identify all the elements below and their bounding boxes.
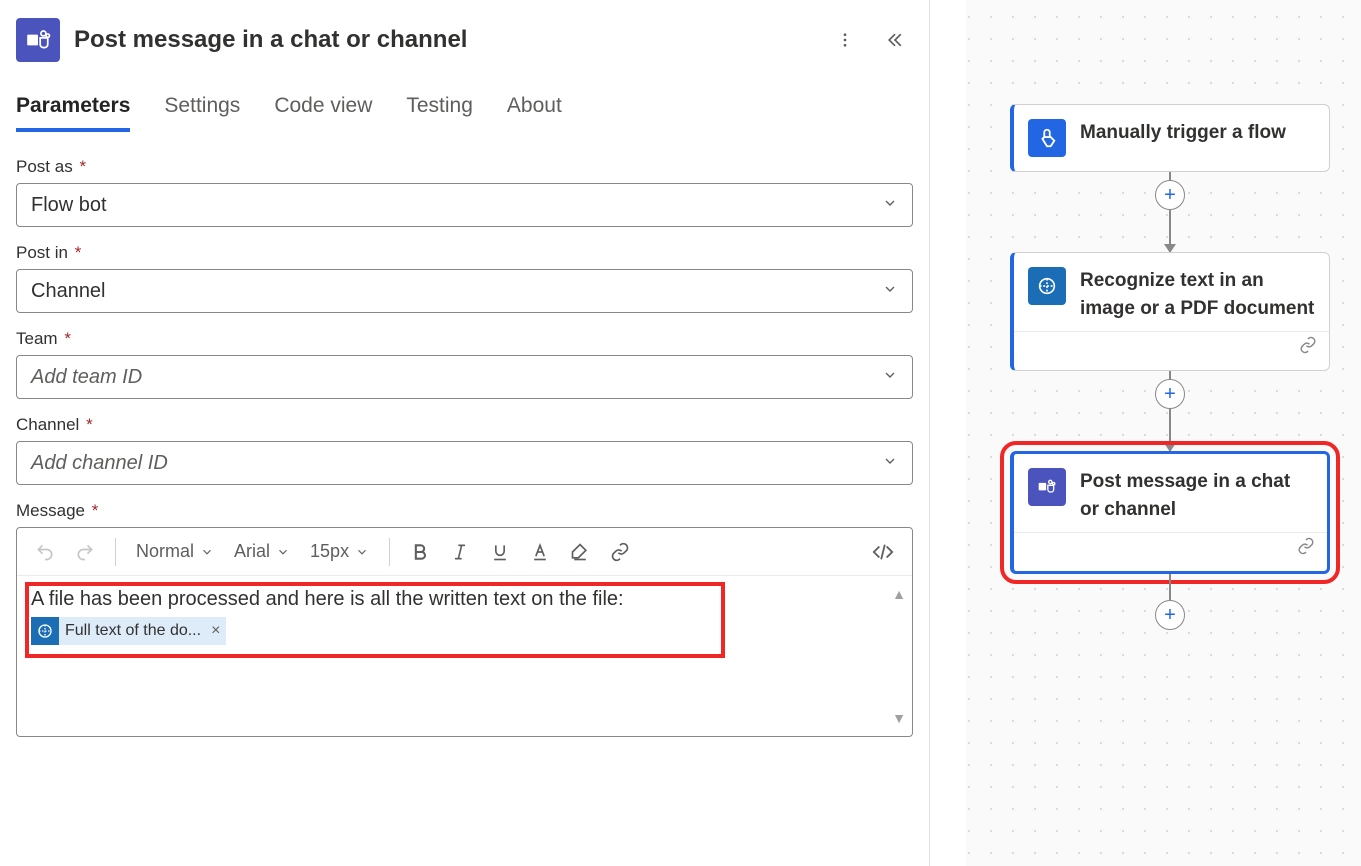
parameters-form: Post as * Flow bot Post in * Channel Tea… bbox=[12, 133, 917, 753]
undo-button[interactable] bbox=[27, 538, 63, 566]
teams-icon: T bbox=[16, 18, 60, 62]
chevron-down-icon bbox=[882, 452, 898, 475]
style-select[interactable]: Normal bbox=[128, 537, 222, 566]
chevron-down-icon bbox=[882, 366, 898, 389]
highlight-button[interactable] bbox=[562, 538, 598, 566]
tab-about[interactable]: About bbox=[507, 94, 562, 132]
italic-button[interactable] bbox=[442, 538, 478, 566]
font-size-select[interactable]: 15px bbox=[302, 537, 377, 566]
flow-column: Manually trigger a flow + Recognize text… bbox=[1010, 104, 1330, 630]
connector-arrow bbox=[1169, 417, 1171, 451]
editor-toolbar: Normal Arial 15px bbox=[17, 528, 912, 576]
tab-code-view[interactable]: Code view bbox=[274, 94, 372, 132]
svg-text:T: T bbox=[29, 35, 36, 46]
teams-icon: T bbox=[1028, 468, 1066, 506]
channel-label: Channel * bbox=[16, 415, 913, 435]
team-label: Team * bbox=[16, 329, 913, 349]
tab-bar: Parameters Settings Code view Testing Ab… bbox=[12, 72, 917, 133]
scroll-up-icon[interactable]: ▲ bbox=[892, 586, 906, 602]
redo-button[interactable] bbox=[67, 538, 103, 566]
font-select[interactable]: Arial bbox=[226, 537, 298, 566]
svg-text:T: T bbox=[1040, 484, 1045, 491]
post-as-label: Post as * bbox=[16, 157, 913, 177]
panel-title: Post message in a chat or channel bbox=[74, 26, 813, 54]
message-editor: Normal Arial 15px A file has been proces… bbox=[16, 527, 913, 737]
tab-settings[interactable]: Settings bbox=[164, 94, 240, 132]
team-placeholder: Add team ID bbox=[31, 366, 142, 389]
add-step-button[interactable]: + bbox=[1155, 379, 1185, 409]
more-options-button[interactable] bbox=[827, 22, 863, 58]
post-as-value: Flow bot bbox=[31, 194, 107, 217]
chevron-down-icon bbox=[882, 194, 898, 217]
collapse-panel-button[interactable] bbox=[877, 22, 913, 58]
card-title: Recognize text in an image or a PDF docu… bbox=[1080, 267, 1315, 322]
tab-testing[interactable]: Testing bbox=[406, 94, 473, 132]
add-step-button[interactable]: + bbox=[1155, 180, 1185, 210]
message-label: Message * bbox=[16, 501, 913, 521]
team-select[interactable]: Add team ID bbox=[16, 355, 913, 399]
chevron-down-icon bbox=[882, 280, 898, 303]
action-config-panel: T Post message in a chat or channel Para… bbox=[0, 0, 930, 866]
flow-card-post-message[interactable]: T Post message in a chat or channel bbox=[1010, 451, 1330, 574]
post-in-label: Post in * bbox=[16, 243, 913, 263]
connection-icon bbox=[1299, 336, 1317, 360]
add-step-button[interactable]: + bbox=[1155, 600, 1185, 630]
channel-select[interactable]: Add channel ID bbox=[16, 441, 913, 485]
flow-card-trigger[interactable]: Manually trigger a flow bbox=[1010, 104, 1330, 172]
post-in-value: Channel bbox=[31, 280, 106, 303]
flow-canvas[interactable]: Manually trigger a flow + Recognize text… bbox=[930, 0, 1361, 866]
remove-token-button[interactable]: × bbox=[211, 622, 220, 640]
message-body[interactable]: A file has been processed and here is al… bbox=[17, 576, 912, 736]
card-title: Manually trigger a flow bbox=[1080, 119, 1286, 147]
underline-button[interactable] bbox=[482, 538, 518, 566]
flow-card-recognize-text[interactable]: Recognize text in an image or a PDF docu… bbox=[1010, 252, 1330, 371]
connector-arrow bbox=[1169, 218, 1171, 252]
card-title: Post message in a chat or channel bbox=[1080, 468, 1313, 523]
ai-builder-icon bbox=[1028, 267, 1066, 305]
channel-placeholder: Add channel ID bbox=[31, 452, 168, 475]
post-as-select[interactable]: Flow bot bbox=[16, 183, 913, 227]
link-button[interactable] bbox=[602, 538, 638, 566]
ai-builder-icon bbox=[31, 617, 59, 645]
message-text: A file has been processed and here is al… bbox=[31, 588, 624, 610]
scroll-down-icon[interactable]: ▼ bbox=[892, 710, 906, 726]
font-color-button[interactable] bbox=[522, 538, 558, 566]
connection-icon bbox=[1297, 537, 1315, 561]
code-view-toggle[interactable] bbox=[864, 537, 902, 567]
panel-header: T Post message in a chat or channel bbox=[12, 10, 917, 72]
dynamic-content-token[interactable]: Full text of the do... × bbox=[31, 617, 226, 645]
connector: + bbox=[1169, 371, 1171, 417]
post-in-select[interactable]: Channel bbox=[16, 269, 913, 313]
tab-parameters[interactable]: Parameters bbox=[16, 94, 130, 132]
bold-button[interactable] bbox=[402, 538, 438, 566]
connector-tail bbox=[1169, 574, 1171, 600]
connector: + bbox=[1169, 172, 1171, 218]
token-label: Full text of the do... bbox=[65, 622, 201, 640]
touch-icon bbox=[1028, 119, 1066, 157]
